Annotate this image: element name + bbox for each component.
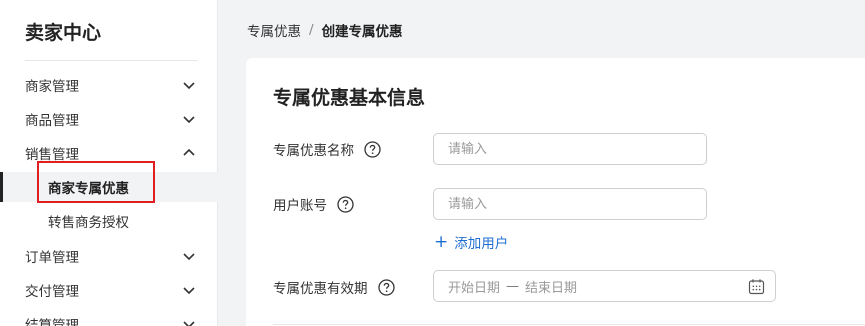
chevron-down-icon	[181, 316, 197, 326]
sidebar-item-delivery-management[interactable]: 交付管理	[0, 273, 218, 307]
question-help-icon[interactable]	[377, 278, 395, 296]
sidebar-title: 卖家中心	[25, 22, 102, 44]
plus-icon: +	[434, 231, 449, 252]
form-title: 专属优惠基本信息	[273, 87, 426, 109]
sidebar-item-order-management[interactable]: 订单管理	[0, 239, 218, 273]
validity-period-label: 专属优惠有效期	[273, 277, 395, 297]
sidebar-item-label: 商品管理	[25, 113, 79, 129]
chevron-down-icon	[181, 111, 197, 127]
user-account-input[interactable]	[433, 188, 707, 220]
chevron-down-icon	[181, 248, 197, 264]
active-indicator	[0, 172, 3, 202]
chevron-up-icon	[181, 145, 197, 161]
breadcrumb-current: 创建专属优惠	[321, 24, 403, 40]
sidebar-item-settlement-management[interactable]: 结算管理	[0, 307, 218, 326]
sidebar-item-label: 结算管理	[25, 318, 79, 326]
validity-period-label-text: 专属优惠有效期	[273, 281, 368, 297]
sidebar-item-product-management[interactable]: 商品管理	[0, 102, 218, 136]
add-user-button[interactable]: + 添加用户	[434, 232, 508, 252]
date-range-picker[interactable]: 开始日期 — 结束日期	[433, 270, 776, 302]
sidebar-item-label: 交付管理	[25, 284, 79, 300]
sidebar-subitem-resale-authorization[interactable]: 转售商务授权	[0, 206, 218, 236]
sidebar-item-label: 销售管理	[25, 147, 79, 163]
highlight-annotation-box	[37, 161, 155, 203]
form-card: 专属优惠基本信息 专属优惠名称 用户账号 + 添加用户 专属优惠有效期 开始日期…	[246, 58, 865, 326]
user-account-label: 用户账号	[273, 194, 354, 214]
section-divider	[273, 324, 865, 325]
question-help-icon[interactable]	[364, 140, 381, 158]
end-date-placeholder: 结束日期	[525, 280, 578, 296]
calendar-icon[interactable]	[748, 278, 765, 295]
date-range-separator: —	[506, 278, 520, 294]
sidebar-divider	[25, 60, 198, 61]
sidebar: 卖家中心 商家管理 商品管理 销售管理 商家专属优惠 转售商务授权 订单管理 交…	[0, 0, 218, 326]
chevron-down-icon	[181, 282, 197, 298]
breadcrumb: 专属优惠 / 创建专属优惠	[247, 20, 403, 40]
discount-name-label: 专属优惠名称	[273, 139, 381, 159]
question-help-icon[interactable]	[337, 195, 354, 213]
start-date-placeholder: 开始日期	[448, 280, 501, 296]
sidebar-item-label: 订单管理	[25, 250, 79, 266]
sidebar-subitem-label: 转售商务授权	[48, 215, 129, 231]
chevron-down-icon	[181, 77, 197, 93]
breadcrumb-parent-link[interactable]: 专属优惠	[247, 20, 301, 40]
sidebar-item-merchant-management[interactable]: 商家管理	[0, 68, 218, 102]
user-account-label-text: 用户账号	[273, 198, 327, 214]
add-user-label: 添加用户	[454, 236, 509, 252]
discount-name-label-text: 专属优惠名称	[273, 143, 354, 159]
discount-name-input[interactable]	[433, 133, 707, 165]
breadcrumb-separator: /	[309, 22, 314, 38]
sidebar-item-label: 商家管理	[25, 79, 79, 95]
